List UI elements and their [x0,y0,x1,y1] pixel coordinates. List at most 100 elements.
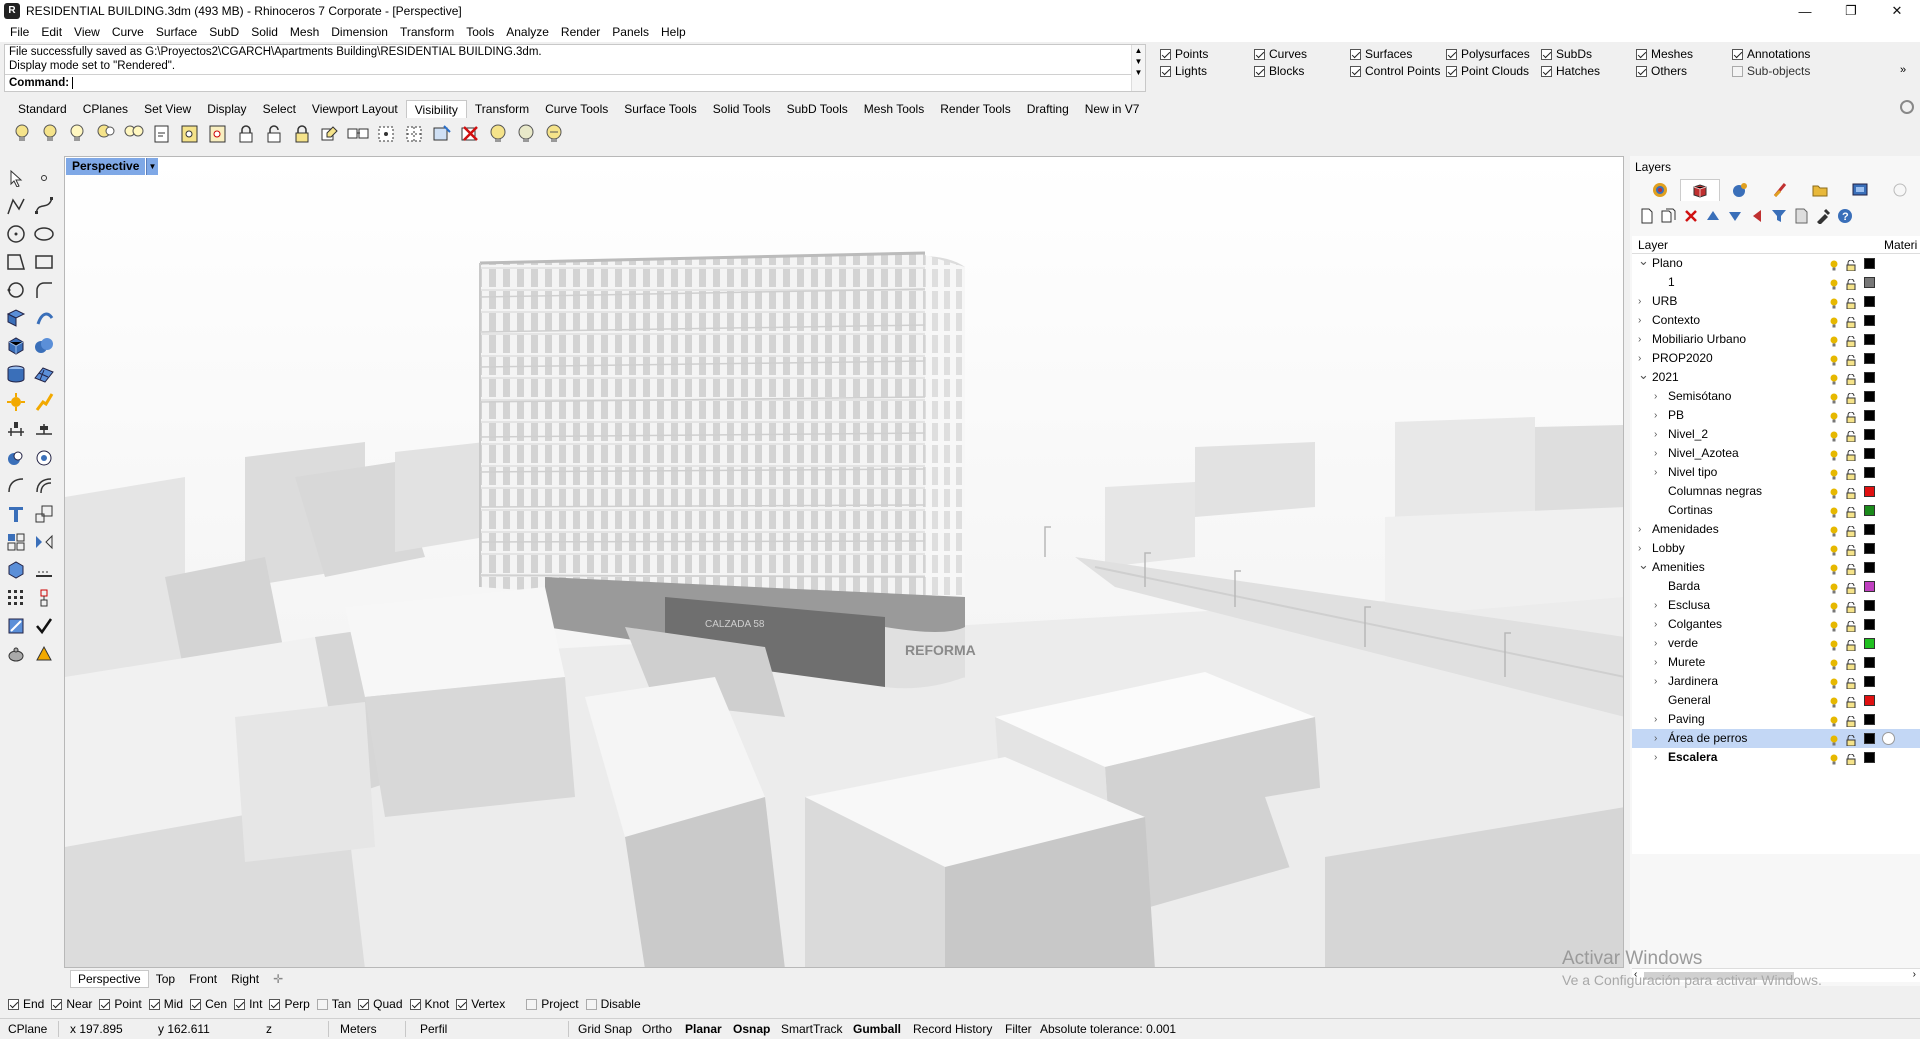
current-layer-indicator[interactable]: Perfil [420,1019,447,1039]
osnap-cen[interactable]: Cen [190,997,227,1011]
filter-blocks[interactable]: Blocks [1254,64,1304,78]
tab-new-in-v7[interactable]: New in V7 [1077,100,1148,118]
hide-swap-icon[interactable] [94,122,118,146]
layer-row[interactable]: › Mobiliario Urbano [1632,330,1920,349]
expand-chevron-icon[interactable]: › [1638,311,1641,330]
checkbox[interactable] [1446,65,1457,77]
layer-lock-icon[interactable] [1846,486,1856,500]
checkbox[interactable] [8,998,19,1010]
layer-row[interactable]: ⌄ Plano [1632,251,1920,273]
checkbox[interactable] [1636,48,1647,60]
collapse-chevron-icon[interactable]: ⌄ [1638,251,1649,270]
layer-row[interactable]: › Lobby [1632,539,1920,558]
layer-color-swatch[interactable] [1864,733,1875,744]
layer-lock-icon[interactable] [1846,296,1856,310]
menu-panels[interactable]: Panels [606,25,655,39]
history-icon[interactable] [32,586,56,610]
arc-icon[interactable] [4,278,28,302]
layer-row[interactable]: ⌄ Amenities [1632,557,1920,577]
menu-view[interactable]: View [68,25,106,39]
expand-chevron-icon[interactable]: › [1654,748,1657,767]
checkbox[interactable] [1541,48,1552,60]
offset-curve-icon[interactable] [32,474,56,498]
menu-dimension[interactable]: Dimension [325,25,394,39]
layer-row[interactable]: › Semisótano [1632,387,1920,406]
menu-subd[interactable]: SubD [203,25,245,39]
select-arrow-icon[interactable] [4,166,28,190]
osnap-knot[interactable]: Knot [409,997,449,1011]
expand-chevron-icon[interactable]: › [1654,596,1657,615]
filter-points[interactable]: Points [1160,47,1208,61]
layer-help-icon[interactable]: ? [1834,206,1856,226]
polyline-icon[interactable] [4,194,28,218]
tab-surface-tools[interactable]: Surface Tools [616,100,705,118]
layer-color-swatch[interactable] [1864,752,1875,763]
checkbox[interactable] [51,998,63,1010]
restore-button[interactable]: ❐ [1828,0,1874,22]
layer-lock-icon[interactable] [1846,505,1856,519]
lock-swap-icon[interactable] [206,122,230,146]
layer-lock-icon[interactable] [1846,733,1856,747]
menu-file[interactable]: File [4,25,35,39]
toolbar-settings-icon[interactable] [1900,100,1914,114]
layer-lock-icon[interactable] [1846,524,1856,538]
layer-visibility-bulb-icon[interactable] [1830,391,1838,404]
layer-lock-icon[interactable] [1846,277,1856,291]
filter-polysurfaces[interactable]: Polysurfaces [1446,47,1530,61]
layer-color-swatch[interactable] [1864,277,1875,288]
layer-lock-icon[interactable] [1846,334,1856,348]
lock-document-icon[interactable] [150,122,174,146]
expand-chevron-icon[interactable]: › [1654,615,1657,634]
menu-render[interactable]: Render [555,25,606,39]
new-sublayer-icon[interactable] [1658,206,1680,226]
tab-viewport-layout[interactable]: Viewport Layout [304,100,406,118]
layer-color-swatch[interactable] [1864,467,1875,478]
layer-lock-icon[interactable] [1846,391,1856,405]
dimension-icon[interactable] [4,418,28,442]
checkbox[interactable] [99,998,111,1010]
move-layer-down-icon[interactable] [1724,206,1746,226]
unlock-selected-icon[interactable] [290,122,314,146]
expand-chevron-icon[interactable]: › [1654,672,1657,691]
tab-select[interactable]: Select [255,100,304,118]
layer-lock-icon[interactable] [1846,448,1856,462]
extrude-curve-icon[interactable] [32,306,56,330]
layer-color-swatch[interactable] [1864,676,1875,687]
layer-row[interactable]: ⌄ 2021 [1632,367,1920,387]
layer-visibility-bulb-icon[interactable] [1830,714,1838,727]
layer-color-swatch[interactable] [1864,695,1875,706]
layer-row[interactable]: › verde [1632,634,1920,653]
light-icon[interactable] [32,390,56,414]
osnap-vertex[interactable]: Vertex [456,997,505,1011]
layer-visibility-bulb-icon[interactable] [1830,334,1838,347]
checkbox[interactable] [585,998,597,1010]
filter-subds[interactable]: SubDs [1541,47,1592,61]
grid-array-icon[interactable] [4,586,28,610]
viewport-tab-front[interactable]: Front [182,972,224,986]
layer-column-header[interactable]: Layer [1638,238,1668,252]
curve-control-points-icon[interactable] [32,194,56,218]
layer-row[interactable]: 1 [1632,273,1920,292]
layer-color-swatch[interactable] [1864,619,1875,630]
filter-point-clouds[interactable]: Point Clouds [1446,64,1529,78]
layer-row[interactable]: › Colgantes [1632,615,1920,634]
checkbox[interactable] [234,998,246,1010]
layer-row[interactable]: Barda [1632,577,1920,596]
layer-color-swatch[interactable] [1864,524,1875,535]
show-points-grid-icon[interactable] [374,122,398,146]
layer-lock-icon[interactable] [1846,315,1856,329]
layer-row[interactable]: General [1632,691,1920,710]
layer-row[interactable]: › Escalera [1632,748,1920,767]
osnap-tan[interactable]: Tan [316,997,351,1011]
layer-row[interactable]: › PROP2020 [1632,349,1920,368]
command-scrollbar[interactable]: ▲ ▼ ▼ [1131,45,1145,91]
show-objects-icon[interactable] [10,122,34,146]
menu-curve[interactable]: Curve [106,25,150,39]
command-input[interactable] [72,77,75,89]
box-edit-tool-icon[interactable] [4,558,28,582]
layer-row[interactable]: Columnas negras [1632,482,1920,501]
layer-states-icon[interactable] [1790,206,1812,226]
layer-color-swatch[interactable] [1864,296,1875,307]
layer-color-swatch[interactable] [1864,353,1875,364]
layer-color-swatch[interactable] [1864,714,1875,725]
